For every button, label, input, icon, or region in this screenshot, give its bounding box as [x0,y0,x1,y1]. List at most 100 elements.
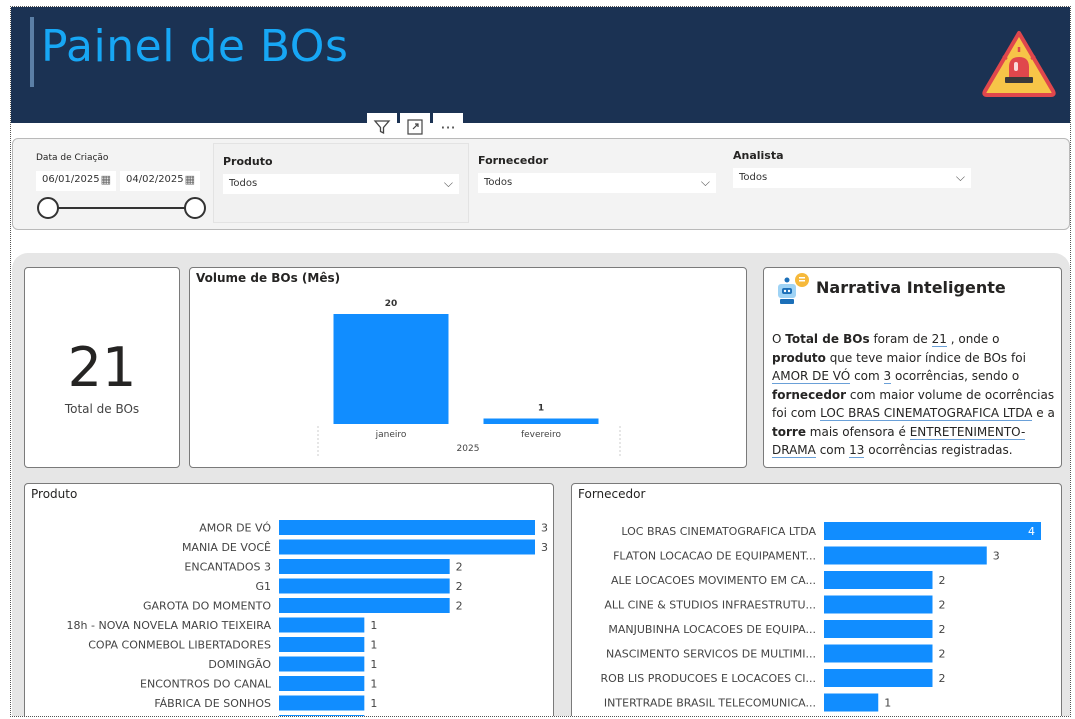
x-tick-label: fevereiro [521,430,562,440]
alarm-warning-icon [982,31,1056,97]
kpi-total-label: Total de BOs [64,402,140,416]
narrative-card[interactable]: Narrativa Inteligente O Total de BOs for… [763,267,1062,468]
bar [824,595,933,614]
analista-dropdown-value: Todos [739,172,768,183]
focus-mode-button[interactable] [400,113,430,141]
category-label: FÁBRICA DE SONHOS [154,697,271,710]
category-label: INTERTRADE BRASIL TELECOMUNICA... [604,697,816,710]
data-label: 3 [993,550,1000,563]
visual-header-toolbar: ··· [367,113,467,141]
data-label: 1 [370,639,377,652]
volume-chart-card[interactable]: Volume de BOs (Mês) 20 janeiro 1 fevereiro 2… [189,267,747,468]
produto-filter-label: Produto [223,155,273,168]
bar [279,695,365,711]
bar-janeiro [333,314,449,424]
data-label: 2 [456,561,463,574]
category-label: 18h - NOVA NOVELA MARIO TEIXEIRA [67,619,272,632]
date-range-slider[interactable] [47,207,195,209]
calendar-icon: ▦ [184,173,195,186]
date-start-value: 06/01/2025 [42,174,100,185]
bar-fevereiro [483,418,599,424]
data-label: 2 [456,600,463,613]
data-label: 1 [538,404,544,414]
category-label: ALL CINE & STUDIOS INFRAESTRUTU... [604,599,816,612]
data-label: 2 [939,574,946,587]
category-label: ENCANTADOS 3 [184,561,271,574]
produto-chart-card[interactable]: Produto AMOR DE VÓ 3 MANIA DE VOCÊ 3 ENCANTA… [24,483,554,718]
category-label: GAROTA DO MOMENTO [143,600,271,613]
chevron-down-icon: ⌵ [700,175,710,189]
bar [279,539,535,555]
volume-chart: 20 janeiro 1 fevereiro 2025 [317,299,621,458]
data-label: 1 [370,619,377,632]
category-label: MANJUBINHA LOCACOES DE EQUIPA... [608,623,816,636]
data-label: 1 [884,697,891,710]
analista-filter-label: Analista [733,149,784,162]
category-label: ENCONTROS DO CANAL [140,678,272,691]
produto-slicer: Produto Todos ⌵ [213,143,469,223]
narrative-text: O Total de BOs foram de 21 , onde o prod… [772,332,1055,458]
bar [279,598,450,613]
analista-dropdown[interactable]: Todos ⌵ [733,168,971,188]
bar [824,693,879,712]
date-filter-label: Data de Criação [36,153,109,163]
bar [279,715,365,716]
data-label: 3 [541,541,548,554]
produto-chart: AMOR DE VÓ 3 MANIA DE VOCÊ 3 ENCANTADOS 3 2 G1… [67,520,548,718]
category-label: LOC BRAS CINEMATOGRAFICA LTDA [621,525,816,538]
category-label: G1 [255,580,271,593]
category-label: NASCIMENTO SERVICOS DE MULTIMI... [606,648,816,661]
slider-handle-end[interactable] [184,197,206,219]
data-label: 1 [370,717,377,718]
bar [279,559,450,574]
category-label: FLATON LOCACAO DE EQUIPAMENT... [613,550,816,563]
narrative-title: Narrativa Inteligente [816,278,1006,297]
category-label: ALE LOCACOES MOVIMENTO EM CA... [611,574,816,587]
category-label: AMOR DE VÓ [199,522,271,535]
bar [824,571,933,589]
fornecedor-dropdown[interactable]: Todos ⌵ [478,173,716,193]
data-label: 3 [541,522,548,535]
date-end-value: 04/02/2025 [126,174,184,185]
bar [279,578,450,594]
bar [279,656,365,672]
filter-icon [373,120,391,135]
fornecedor-chart-card[interactable]: Fornecedor LOC BRAS CINEMATOGRAFICA LTDA… [571,483,1062,716]
data-label: 2 [939,623,946,636]
bar [824,644,933,663]
date-end-input[interactable]: 04/02/2025 ▦ [120,171,200,191]
robot-icon [778,273,809,304]
report-canvas: Painel de BOs ··· Data de Criação 06/01/… [10,6,1071,717]
more-options-button[interactable]: ··· [433,113,463,141]
bar [279,617,365,633]
category-label: MANIA DE VOCÊ [182,541,271,554]
bar [824,522,1041,540]
chevron-down-icon: ⌵ [955,170,965,184]
data-label: 1 [370,697,377,710]
bar [279,637,365,652]
filter-button[interactable] [367,113,397,141]
date-start-input[interactable]: 06/01/2025 ▦ [36,171,116,191]
produto-dropdown[interactable]: Todos ⌵ [223,174,459,194]
page-title: Painel de BOs [41,21,349,72]
kpi-card[interactable]: 21 Total de BOs [24,267,180,468]
category-label: GLOBO REPÓRTER [171,717,272,718]
x-tick-label: janeiro [375,430,407,440]
fornecedor-filter-label: Fornecedor [478,154,549,167]
fornecedor-chart: LOC BRAS CINEMATOGRAFICA LTDA 4 FLATON LOC… [601,522,1041,712]
data-label: 4 [1028,525,1035,538]
title-accent-bar [30,17,34,87]
chevron-down-icon: ⌵ [443,176,453,190]
produto-dropdown-value: Todos [229,178,258,189]
slider-handle-start[interactable] [37,197,59,219]
data-label: 2 [456,580,463,593]
data-label: 2 [939,648,946,661]
bar [824,620,933,638]
data-label: 2 [939,599,946,612]
fornecedor-dropdown-value: Todos [484,177,513,188]
bar [279,676,365,691]
x-group-label: 2025 [457,444,480,454]
filters-panel: Data de Criação 06/01/2025 ▦ 04/02/2025 … [12,138,1070,230]
category-label: ROB LIS PRODUCOES E LOCACOES CI... [601,672,816,685]
data-label: 1 [370,678,377,691]
